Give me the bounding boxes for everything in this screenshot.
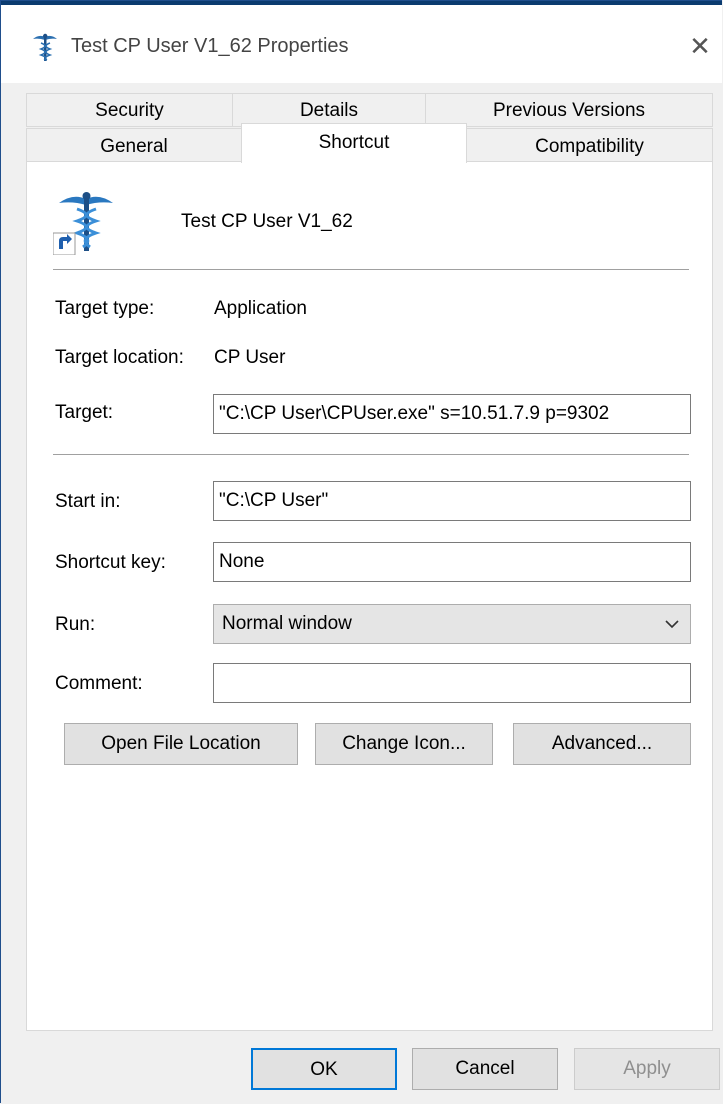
chevron-down-icon <box>665 620 679 629</box>
separator <box>53 269 689 270</box>
comment-input[interactable] <box>213 663 691 703</box>
tab-compatibility[interactable]: Compatibility <box>466 128 713 162</box>
cancel-button[interactable]: Cancel <box>412 1048 558 1090</box>
advanced-button[interactable]: Advanced... <box>513 723 691 765</box>
start-in-input[interactable]: "C:\CP User" <box>213 481 691 521</box>
target-input[interactable]: "C:\CP User\CPUser.exe" s=10.51.7.9 p=93… <box>213 394 691 434</box>
tab-details[interactable]: Details <box>232 93 426 127</box>
run-select[interactable]: Normal window <box>213 604 691 644</box>
caduceus-app-icon <box>33 33 57 61</box>
caduceus-shortcut-icon <box>53 189 119 255</box>
tab-previous-versions[interactable]: Previous Versions <box>425 93 713 127</box>
target-label: Target: <box>55 402 114 423</box>
separator <box>53 454 689 455</box>
ok-button[interactable]: OK <box>251 1048 397 1090</box>
properties-dialog: Test CP User V1_62 Properties ✕ Security… <box>0 0 722 1103</box>
apply-button[interactable]: Apply <box>574 1048 720 1090</box>
tab-security[interactable]: Security <box>26 93 233 127</box>
title-bar[interactable]: Test CP User V1_62 Properties ✕ <box>1 1 722 83</box>
run-select-value: Normal window <box>222 613 352 634</box>
run-label: Run: <box>55 614 96 635</box>
target-location-value: CP User <box>214 347 286 368</box>
comment-label: Comment: <box>55 673 143 694</box>
shortcut-tab-panel <box>26 161 713 1031</box>
change-icon-button[interactable]: Change Icon... <box>315 723 493 765</box>
shortcut-name: Test CP User V1_62 <box>181 211 353 232</box>
shortcut-key-input[interactable]: None <box>213 542 691 582</box>
target-type-label: Target type: <box>55 298 155 319</box>
start-in-label: Start in: <box>55 491 121 512</box>
window-title: Test CP User V1_62 Properties <box>71 35 349 57</box>
target-location-label: Target location: <box>55 347 184 368</box>
tab-general[interactable]: General <box>26 128 242 162</box>
tab-shortcut[interactable]: Shortcut <box>241 123 467 163</box>
open-file-location-button[interactable]: Open File Location <box>64 723 298 765</box>
target-type-value: Application <box>214 298 307 319</box>
shortcut-key-label: Shortcut key: <box>55 552 166 573</box>
close-button[interactable]: ✕ <box>686 31 714 61</box>
